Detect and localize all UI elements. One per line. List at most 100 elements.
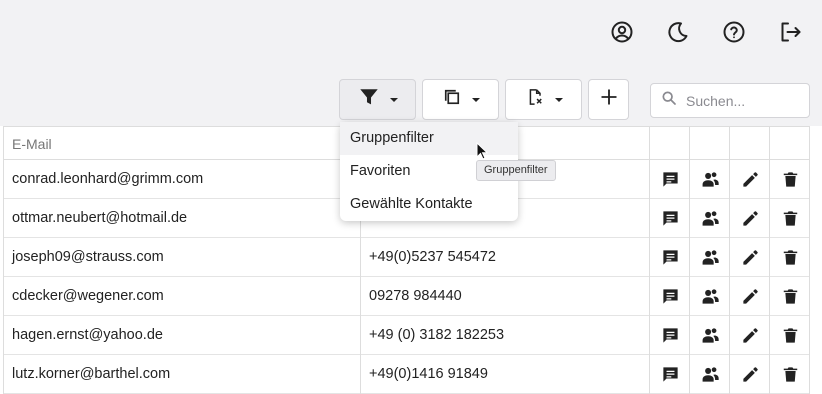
message-button[interactable] xyxy=(650,277,690,316)
action-cell xyxy=(689,316,729,355)
delete-button[interactable] xyxy=(770,199,810,238)
delete-icon xyxy=(781,326,800,345)
help-icon[interactable] xyxy=(722,20,746,44)
action-cell xyxy=(729,238,769,277)
message-icon xyxy=(661,170,680,189)
action-cell xyxy=(769,277,810,316)
delete-icon xyxy=(781,287,800,306)
email-cell: conrad.leonhard@grimm.com xyxy=(3,160,360,199)
edit-button[interactable] xyxy=(730,199,770,238)
mouse-cursor-icon xyxy=(476,142,488,160)
group-icon xyxy=(701,209,720,228)
email-text: lutz.korner@barthel.com xyxy=(12,366,171,382)
edit-icon xyxy=(741,248,760,267)
message-icon xyxy=(661,209,680,228)
delete-icon xyxy=(781,170,800,189)
delete-button[interactable] xyxy=(770,355,810,394)
action-cell xyxy=(649,355,689,394)
header-email-label: E-Mail xyxy=(12,136,52,152)
search-box[interactable] xyxy=(650,83,810,118)
action-cell xyxy=(729,160,769,199)
message-icon xyxy=(661,326,680,345)
message-button[interactable] xyxy=(650,355,690,394)
action-cell xyxy=(689,199,729,238)
email-cell: ottmar.neubert@hotmail.de xyxy=(3,199,360,238)
phone-text: 09278 984440 xyxy=(369,288,462,304)
export-icon xyxy=(525,87,545,112)
action-cell xyxy=(729,316,769,355)
menu-item-selected-contacts[interactable]: Gewählte Kontakte xyxy=(340,188,518,221)
phone-text: +49(0)1416 91849 xyxy=(369,366,488,382)
email-text: ottmar.neubert@hotmail.de xyxy=(12,210,188,226)
top-bar xyxy=(0,0,822,63)
delete-button[interactable] xyxy=(770,160,810,199)
action-cell xyxy=(729,199,769,238)
group-button[interactable] xyxy=(690,355,730,394)
add-button[interactable] xyxy=(588,79,629,120)
phone-cell: +49 (0) 3182 182253 xyxy=(360,316,649,355)
chevron-down-icon xyxy=(471,97,480,102)
message-button[interactable] xyxy=(650,316,690,355)
table-row: hagen.ernst@yahoo.de +49 (0) 3182 182253 xyxy=(3,316,810,355)
action-cell xyxy=(689,160,729,199)
action-cell xyxy=(649,199,689,238)
edit-button[interactable] xyxy=(730,277,770,316)
group-button[interactable] xyxy=(690,199,730,238)
message-button[interactable] xyxy=(650,160,690,199)
email-cell: lutz.korner@barthel.com xyxy=(3,355,360,394)
tooltip: Gruppenfilter xyxy=(476,160,556,181)
add-icon xyxy=(599,87,619,112)
edit-button[interactable] xyxy=(730,238,770,277)
delete-button[interactable] xyxy=(770,316,810,355)
edit-button[interactable] xyxy=(730,316,770,355)
group-button[interactable] xyxy=(690,238,730,277)
copy-button[interactable] xyxy=(422,79,499,120)
email-text: joseph09@strauss.com xyxy=(12,249,164,265)
group-icon xyxy=(701,326,720,345)
group-icon xyxy=(701,365,720,384)
group-icon xyxy=(701,287,720,306)
message-icon xyxy=(661,248,680,267)
header-action xyxy=(769,127,810,160)
email-cell: cdecker@wegener.com xyxy=(3,277,360,316)
message-icon xyxy=(661,365,680,384)
action-cell xyxy=(649,160,689,199)
edit-icon xyxy=(741,209,760,228)
action-cell xyxy=(689,355,729,394)
chevron-down-icon xyxy=(389,97,398,102)
delete-button[interactable] xyxy=(770,238,810,277)
message-button[interactable] xyxy=(650,238,690,277)
phone-cell: 09278 984440 xyxy=(360,277,649,316)
table-row: lutz.korner@barthel.com +49(0)1416 91849 xyxy=(3,355,810,394)
group-button[interactable] xyxy=(690,316,730,355)
search-icon xyxy=(661,90,677,111)
edit-button[interactable] xyxy=(730,355,770,394)
header-action xyxy=(649,127,689,160)
group-button[interactable] xyxy=(690,160,730,199)
action-cell xyxy=(729,277,769,316)
action-cell xyxy=(769,160,810,199)
action-cell xyxy=(769,238,810,277)
header-action xyxy=(689,127,729,160)
dark-mode-icon[interactable] xyxy=(666,20,690,44)
group-button[interactable] xyxy=(690,277,730,316)
edit-icon xyxy=(741,326,760,345)
header-email[interactable]: E-Mail xyxy=(3,127,360,160)
delete-icon xyxy=(781,365,800,384)
logout-icon[interactable] xyxy=(778,20,802,44)
filter-button[interactable] xyxy=(339,79,416,120)
menu-item-group-filter[interactable]: Gruppenfilter xyxy=(340,122,518,155)
edit-button[interactable] xyxy=(730,160,770,199)
export-button[interactable] xyxy=(505,79,582,120)
search-input[interactable] xyxy=(686,92,796,109)
edit-icon xyxy=(741,365,760,384)
action-cell xyxy=(649,316,689,355)
message-button[interactable] xyxy=(650,199,690,238)
chevron-down-icon xyxy=(554,97,563,102)
account-icon[interactable] xyxy=(610,20,634,44)
email-text: hagen.ernst@yahoo.de xyxy=(12,327,163,343)
delete-button[interactable] xyxy=(770,277,810,316)
action-cell xyxy=(689,238,729,277)
action-cell xyxy=(769,316,810,355)
header-action xyxy=(729,127,769,160)
